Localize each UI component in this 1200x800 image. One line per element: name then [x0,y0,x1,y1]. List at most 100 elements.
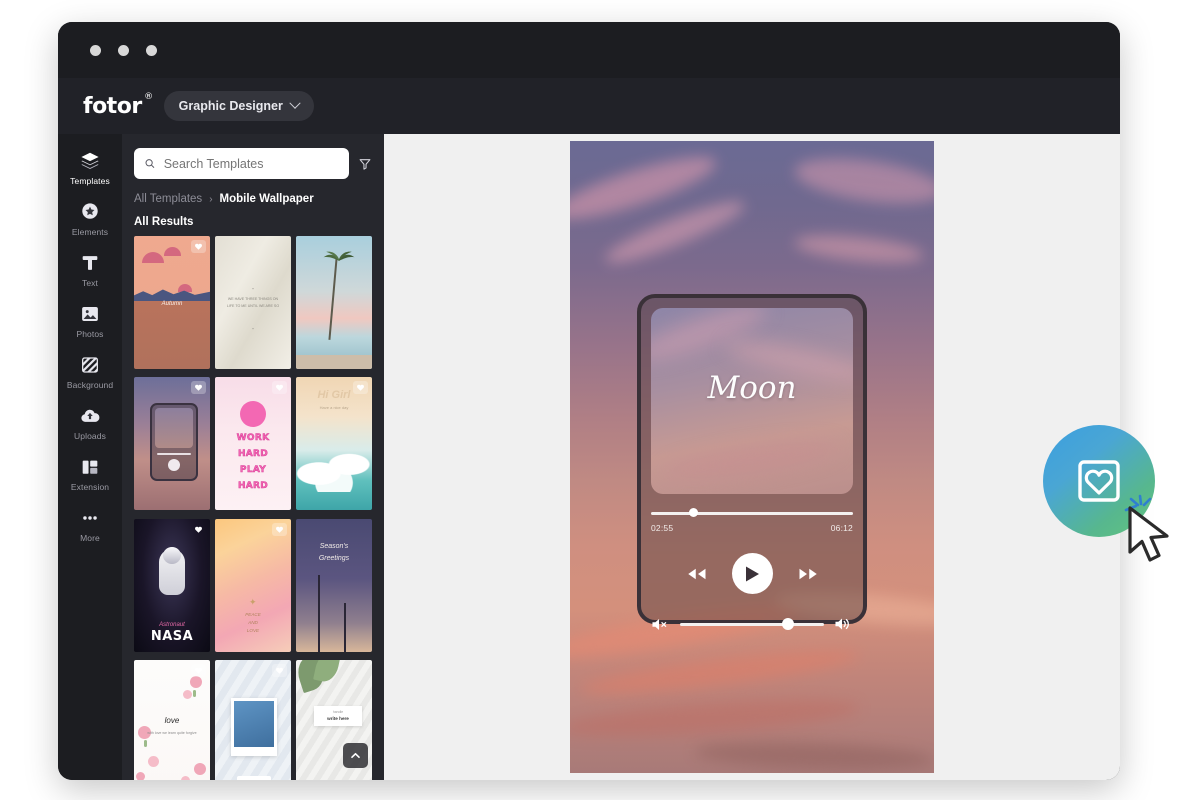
playback-controls [651,553,853,594]
heart-icon [195,526,202,533]
template-card[interactable] [215,659,291,780]
quote-open: “ [252,288,254,294]
breadcrumb-root[interactable]: All Templates [134,193,202,205]
template-card[interactable]: Autumn [134,236,210,369]
extension-icon [82,460,98,474]
template-card[interactable]: Hi Girl Have a nice day [296,377,372,511]
favorite-badge[interactable] [353,381,368,395]
sidebar-item-text[interactable]: Text [58,244,122,295]
template-card[interactable]: WORK HARD PLAY HARD [215,377,291,511]
sparkle-icon: ✦ [249,596,257,607]
hatch-square-icon [82,357,98,373]
search-box[interactable] [134,148,349,179]
album-artwork: Moon [651,308,853,494]
results-heading: All Results [134,216,194,228]
heart-icon [195,667,202,674]
mode-selector[interactable]: Graphic Designer [163,91,314,121]
template-line: PEACE [245,611,261,617]
sidebar-item-uploads[interactable]: Uploads [58,397,122,448]
chevron-up-icon [351,752,360,759]
template-card[interactable]: ✦ PEACE AND LOVE [215,518,291,652]
registered-mark: ® [144,91,153,102]
sidebar-item-templates[interactable]: Templates [58,142,122,193]
volume-slider[interactable] [680,618,824,630]
template-subtitle: Have a nice day [319,405,349,411]
palm-fronds [323,251,355,261]
fotor-logo[interactable]: fotor ® [83,92,153,119]
sidebar-item-label: Templates [70,176,110,186]
time-row: 02:55 06:12 [651,523,853,533]
sidebar-item-background[interactable]: Background [58,346,122,397]
play-button[interactable] [731,553,773,594]
sidebar-item-more[interactable]: More [58,499,122,550]
sidebar-item-extension[interactable]: Extension [58,448,122,499]
heart-icon [357,384,364,391]
template-line: WORK [236,433,270,444]
editor-canvas[interactable]: Moon 02:55 06:12 [384,134,1120,780]
play-icon [746,566,759,581]
search-row [134,148,372,179]
progress-track [651,512,853,515]
chevron-down-icon [289,97,301,109]
breadcrumb-separator: › [209,193,213,205]
window-titlebar [58,22,1120,78]
note-small-text: handle [332,709,344,714]
favorite-badge[interactable] [191,381,206,395]
elapsed-time: 02:55 [651,523,674,533]
star-badge-icon [82,203,98,219]
template-card[interactable]: love with love we learn quite forgive [134,659,210,780]
photo-icon [82,307,98,321]
music-player-widget[interactable]: Moon 02:55 06:12 [637,294,867,630]
artboard[interactable]: Moon 02:55 06:12 [570,141,934,773]
volume-thumb[interactable] [782,618,794,630]
sidebar-item-label: Uploads [74,431,106,441]
quote-close: “ [252,328,254,334]
template-subtitle: Astronaut [159,621,185,628]
track-title: Moon [707,370,797,406]
breadcrumb: All Templates › Mobile Wallpaper [134,193,372,205]
favorite-badge[interactable] [272,522,287,536]
progress-thumb[interactable] [688,508,698,517]
template-lines: PEACE AND LOVE [215,611,291,636]
fast-forward-icon[interactable] [798,567,819,581]
sidebar-item-elements[interactable]: Elements [58,193,122,244]
template-subtitle: with love we learn quite forgive [147,730,197,735]
template-card[interactable] [296,236,372,369]
favorite-badge[interactable] [272,663,287,677]
template-line: LOVE [246,628,260,634]
template-title: love [164,715,180,725]
sidebar-item-label: More [80,533,100,543]
template-card[interactable] [134,377,210,511]
total-time: 06:12 [830,523,853,533]
favorite-badge[interactable] [191,523,206,536]
sidebar-item-label: Photos [76,329,104,339]
layers-icon [81,152,99,169]
template-body: WE HAVE THREE THINGS ON LIFE TO ME UNTIL… [226,297,280,308]
note-big-text: write here [327,715,349,721]
window-minimize-button[interactable] [118,44,129,56]
sidebar-item-photos[interactable]: Photos [58,295,122,346]
scroll-to-top-button[interactable] [343,743,368,768]
search-input[interactable] [163,156,339,171]
favorite-badge[interactable] [191,663,206,677]
template-card[interactable]: Astronaut NASA [134,518,210,652]
template-line: Season's [319,542,349,550]
favorite-badge[interactable] [272,381,287,395]
template-card[interactable]: Season's Greetings [296,518,372,652]
window-maximize-button[interactable] [146,44,157,56]
template-card[interactable]: “ WE HAVE THREE THINGS ON LIFE TO ME UNT… [215,236,291,369]
filter-funnel-icon[interactable] [358,157,372,171]
heart-icon [276,384,283,391]
heart-icon [195,384,202,391]
volume-high-icon[interactable] [834,616,853,632]
window-close-button[interactable] [90,44,101,56]
rewind-icon[interactable] [686,567,707,581]
template-line: PLAY [239,465,267,476]
playback-progress-slider[interactable] [651,508,853,518]
template-lines: Season's Greetings [296,541,372,566]
left-sidebar: Templates Elements Text Photos Backgroun… [58,134,122,780]
favorite-badge[interactable] [191,240,206,253]
template-grid: Autumn “ WE HAVE THREE THINGS ON LIFE TO… [134,236,372,780]
heart-icon [195,243,202,250]
volume-mute-icon[interactable] [651,617,670,632]
